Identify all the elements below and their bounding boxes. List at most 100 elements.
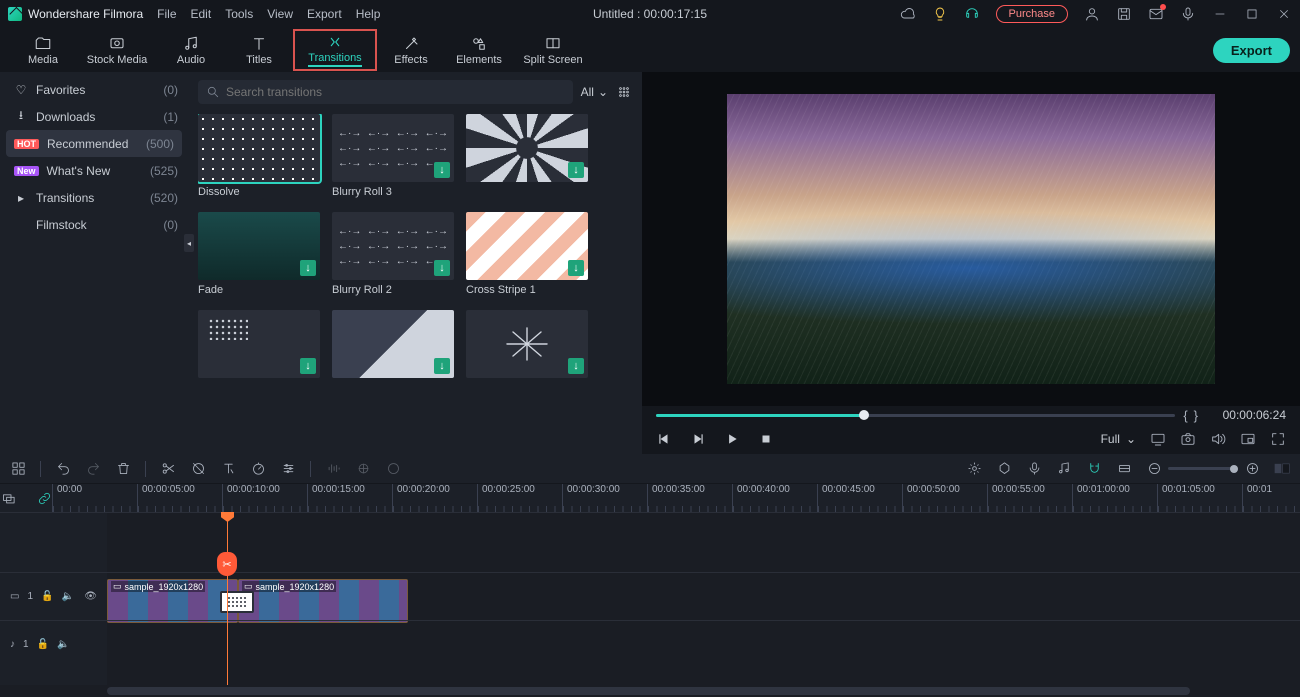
timeline-ruler[interactable]: 00:0000:00:05:0000:00:10:0000:00:15:0000… — [52, 484, 1300, 512]
tab-media[interactable]: Media — [10, 30, 76, 70]
message-icon[interactable] — [1148, 6, 1164, 22]
search-input-wrap[interactable] — [198, 80, 573, 104]
video-clip[interactable]: ▭sample_1920x1280 — [238, 579, 408, 623]
sidebar-item-transitions[interactable]: ▸ Transitions (520) — [0, 184, 188, 211]
delete-icon[interactable] — [115, 461, 131, 477]
tab-effects[interactable]: Effects — [378, 30, 444, 70]
tab-audio[interactable]: Audio — [158, 30, 224, 70]
save-icon[interactable] — [1116, 6, 1132, 22]
download-badge-icon[interactable]: ↓ — [568, 358, 584, 374]
transition-thumb[interactable]: ←·→←·→←·→←·→←·→←·→←·→←·→←·→←·→←·→←·→↓ — [332, 212, 454, 280]
text-icon[interactable] — [220, 461, 236, 477]
tab-titles[interactable]: Titles — [226, 30, 292, 70]
redo-icon[interactable] — [85, 461, 101, 477]
mark-in-icon[interactable]: { — [1183, 408, 1187, 423]
transition-on-clip[interactable] — [220, 591, 254, 613]
undo-icon[interactable] — [55, 461, 71, 477]
transition-thumb[interactable]: ↓ — [332, 310, 454, 378]
keyframe-icon[interactable] — [355, 461, 371, 477]
tab-transitions[interactable]: Transitions — [294, 30, 376, 70]
next-frame-icon[interactable] — [690, 431, 706, 447]
cloud-icon[interactable] — [900, 6, 916, 22]
display-icon[interactable] — [1150, 431, 1166, 447]
zoom-in-icon[interactable] — [1244, 461, 1260, 477]
pip-icon[interactable] — [1240, 431, 1256, 447]
scissors-icon[interactable]: ✂ — [217, 552, 237, 576]
sidebar-item-recommended[interactable]: HOT Recommended (500) — [6, 130, 182, 157]
download-badge-icon[interactable]: ↓ — [434, 358, 450, 374]
split-icon[interactable] — [160, 461, 176, 477]
sidebar-item-downloads[interactable]: ⭳ Downloads (1) — [0, 103, 188, 130]
transition-thumb[interactable] — [198, 114, 320, 182]
transition-card[interactable]: ←·→←·→←·→←·→←·→←·→←·→←·→←·→←·→←·→←·→↓Blu… — [332, 212, 454, 296]
track-row-audio[interactable] — [107, 620, 1300, 668]
transition-card[interactable]: ←·→←·→←·→←·→←·→←·→←·→←·→←·→←·→←·→←·→↓Blu… — [332, 114, 454, 198]
minimize-icon[interactable] — [1212, 6, 1228, 22]
transition-card[interactable]: ↓ — [332, 310, 454, 382]
filter-dropdown[interactable]: All ⌄ — [581, 85, 608, 99]
lock-icon[interactable]: 🔓 — [37, 639, 49, 650]
visible-icon[interactable]: 👁 — [84, 591, 97, 602]
magnet-icon[interactable] — [1086, 461, 1102, 477]
tab-split-screen[interactable]: Split Screen — [514, 30, 592, 70]
search-input[interactable] — [226, 85, 565, 99]
mark-out-icon[interactable]: } — [1194, 408, 1198, 423]
download-badge-icon[interactable]: ↓ — [568, 260, 584, 276]
track-row-video[interactable]: ▭sample_1920x1280▭sample_1920x1280 — [107, 572, 1300, 620]
sidebar-item-filmstock[interactable]: Filmstock (0) — [0, 211, 188, 238]
export-button[interactable]: Export — [1213, 38, 1290, 63]
transition-thumb[interactable]: ↓ — [198, 212, 320, 280]
speed-icon[interactable] — [250, 461, 266, 477]
timeline-scrollbar[interactable] — [0, 685, 1300, 697]
transition-card[interactable]: Dissolve — [198, 114, 320, 198]
adjust-icon[interactable] — [280, 461, 296, 477]
zoom-fit-icon[interactable] — [1274, 461, 1290, 477]
play-icon[interactable] — [724, 431, 740, 447]
playhead[interactable]: ✂ — [227, 512, 228, 685]
account-icon[interactable] — [1084, 6, 1100, 22]
menu-file[interactable]: File — [157, 7, 176, 21]
sidebar-item-whatsnew[interactable]: New What's New (525) — [0, 157, 188, 184]
marker-icon[interactable] — [996, 461, 1012, 477]
download-badge-icon[interactable]: ↓ — [568, 162, 584, 178]
mute-icon[interactable]: 🔈 — [61, 591, 73, 602]
volume-icon[interactable] — [1210, 431, 1226, 447]
track-header-audio[interactable]: ♪1 🔓 🔈 — [0, 620, 107, 668]
idea-icon[interactable] — [932, 6, 948, 22]
color-icon[interactable] — [385, 461, 401, 477]
menu-export[interactable]: Export — [307, 7, 342, 21]
zoom-out-icon[interactable] — [1146, 461, 1162, 477]
track-overlap-icon[interactable] — [0, 490, 16, 506]
prev-frame-icon[interactable] — [656, 431, 672, 447]
record-vo-icon[interactable] — [1026, 461, 1042, 477]
scrollbar-thumb[interactable] — [107, 687, 1190, 695]
transition-card[interactable]: ↓Cross Stripe 1 — [466, 212, 588, 296]
link-track-icon[interactable] — [1116, 461, 1132, 477]
microphone-icon[interactable] — [1180, 6, 1196, 22]
sidebar-item-favorites[interactable]: ♡ Favorites (0) — [0, 76, 188, 103]
preview-viewport[interactable] — [642, 72, 1300, 406]
track-header-video[interactable]: ▭1 🔓 🔈 👁 — [0, 572, 107, 620]
transition-thumb[interactable]: ↓ — [198, 310, 320, 378]
video-clip[interactable]: ▭sample_1920x1280 — [107, 579, 238, 623]
render-icon[interactable] — [966, 461, 982, 477]
transition-card[interactable]: ↓ — [198, 310, 320, 382]
tab-elements[interactable]: Elements — [446, 30, 512, 70]
download-badge-icon[interactable]: ↓ — [300, 358, 316, 374]
support-icon[interactable] — [964, 6, 980, 22]
download-badge-icon[interactable]: ↓ — [300, 260, 316, 276]
menu-edit[interactable]: Edit — [191, 7, 212, 21]
maximize-icon[interactable] — [1244, 6, 1260, 22]
transition-card[interactable]: ↓ — [466, 310, 588, 382]
tab-stock-media[interactable]: Stock Media — [78, 30, 156, 70]
quality-dropdown[interactable]: Full ⌄ — [1101, 432, 1136, 446]
menu-view[interactable]: View — [267, 7, 293, 21]
audio-mixer-icon[interactable] — [1056, 461, 1072, 477]
track-body[interactable]: ✂ ▭sample_1920x1280▭sample_1920x1280 — [107, 512, 1300, 685]
transition-card[interactable]: ↓Fade — [198, 212, 320, 296]
grid-view-icon[interactable] — [616, 84, 632, 100]
crop-icon[interactable] — [190, 461, 206, 477]
transition-card[interactable]: ↓ — [466, 114, 588, 198]
link-icon[interactable] — [36, 490, 52, 506]
menu-tools[interactable]: Tools — [225, 7, 253, 21]
